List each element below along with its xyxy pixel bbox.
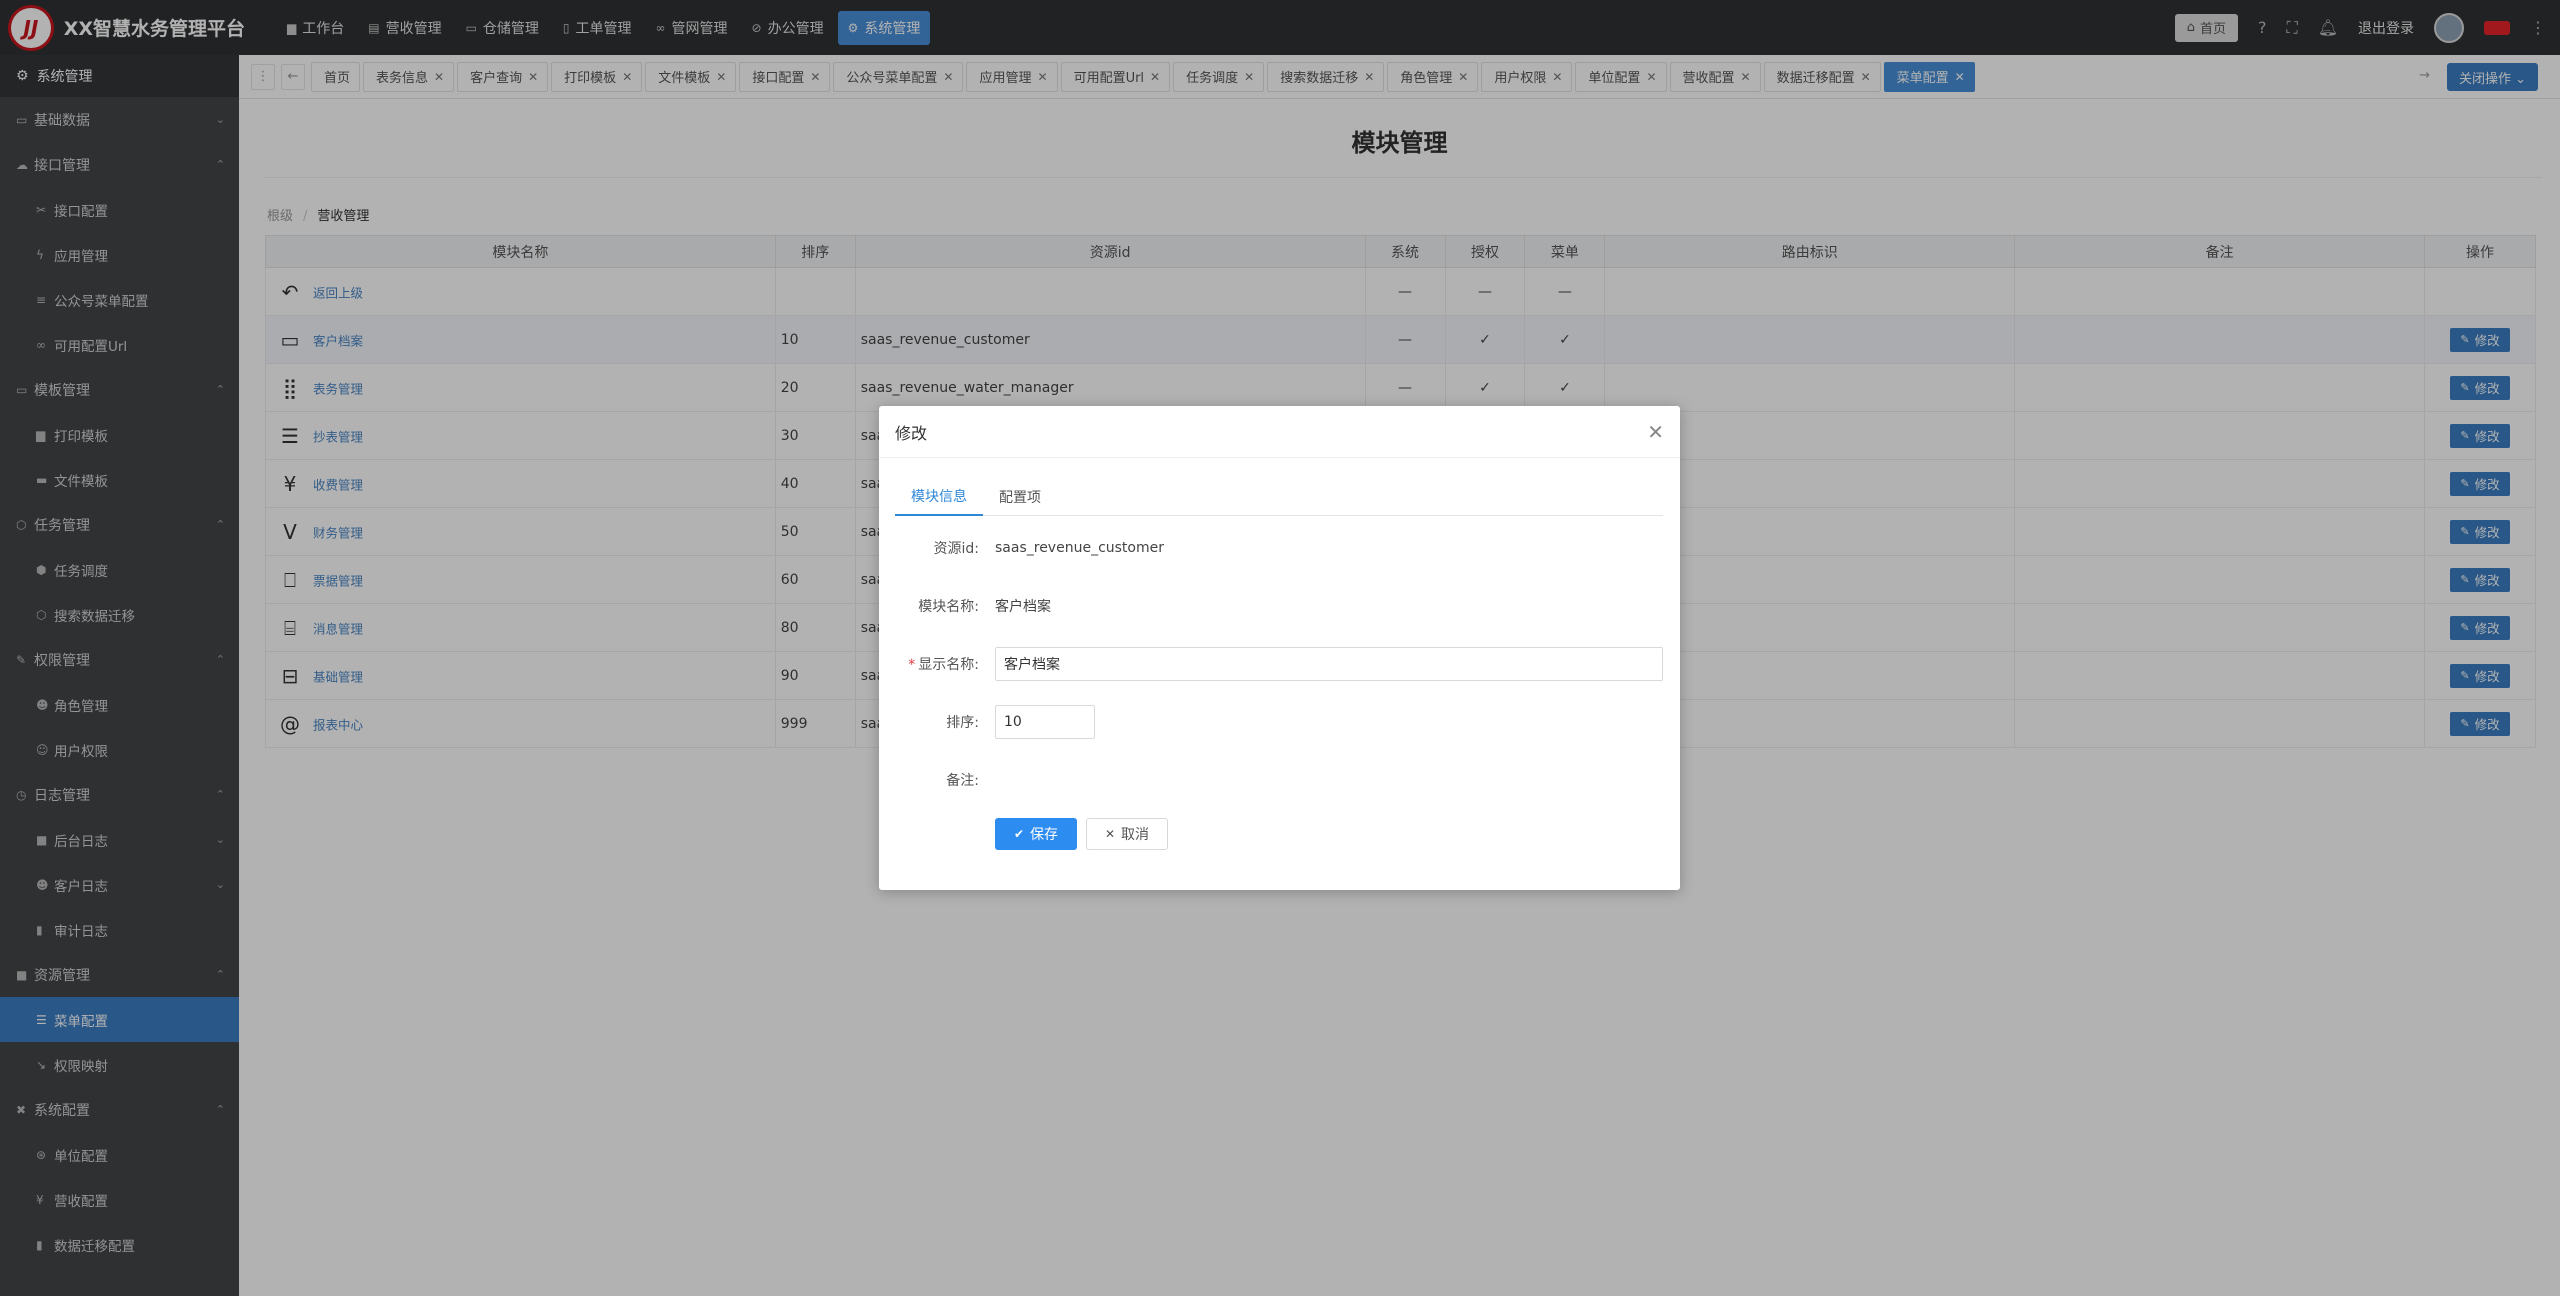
field-module-name: 模块名称: 客户档案 [879,586,1680,626]
module-name-label: 模块名称: [918,599,979,615]
display-name-input[interactable] [995,647,1663,681]
module-name-value: 客户档案 [995,599,1051,615]
field-sort: 排序: [879,700,1680,744]
close-icon[interactable]: ✕ [1647,420,1664,444]
sort-input[interactable] [995,705,1095,739]
resource-id-label: 资源id: [933,541,980,557]
resource-id-value: saas_revenue_customer [995,540,1164,556]
tab-config-items[interactable]: 配置项 [983,478,1057,516]
modal-title: 修改 [879,406,1680,458]
display-name-label: * 显示名称: [879,654,979,674]
sort-label: 排序: [946,715,979,731]
cancel-label: 取消 [1121,827,1150,843]
field-resource-id: 资源id: saas_revenue_customer [879,528,1680,568]
app-root: JJ XX智慧水务管理平台 ▆ 工作台 ▤ 营收管理 ▭ 仓储管理 ▯ 工单管理 ∞ 管网管理 ⊘ 办… [0,0,2560,1296]
save-button[interactable]: ✔ 保存 [995,818,1077,850]
display-name-label-text: 显示名称: [918,657,979,673]
close-icon: ✕ [1104,827,1116,841]
tab-module-info[interactable]: 模块信息 [895,478,983,516]
save-label: 保存 [1030,827,1059,843]
field-display-name: * 显示名称: [879,642,1680,686]
check-circle-icon: ✔ [1013,827,1025,841]
field-note: 备注: [879,758,1680,802]
edit-modal: 修改 ✕ 模块信息 配置项 资源id: saas_revenue_custome… [879,406,1680,890]
cancel-button[interactable]: ✕ 取消 [1086,818,1168,850]
modal-tabs: 模块信息 配置项 [895,478,1663,516]
required-mark: * [908,657,916,673]
note-label: 备注: [946,773,979,789]
